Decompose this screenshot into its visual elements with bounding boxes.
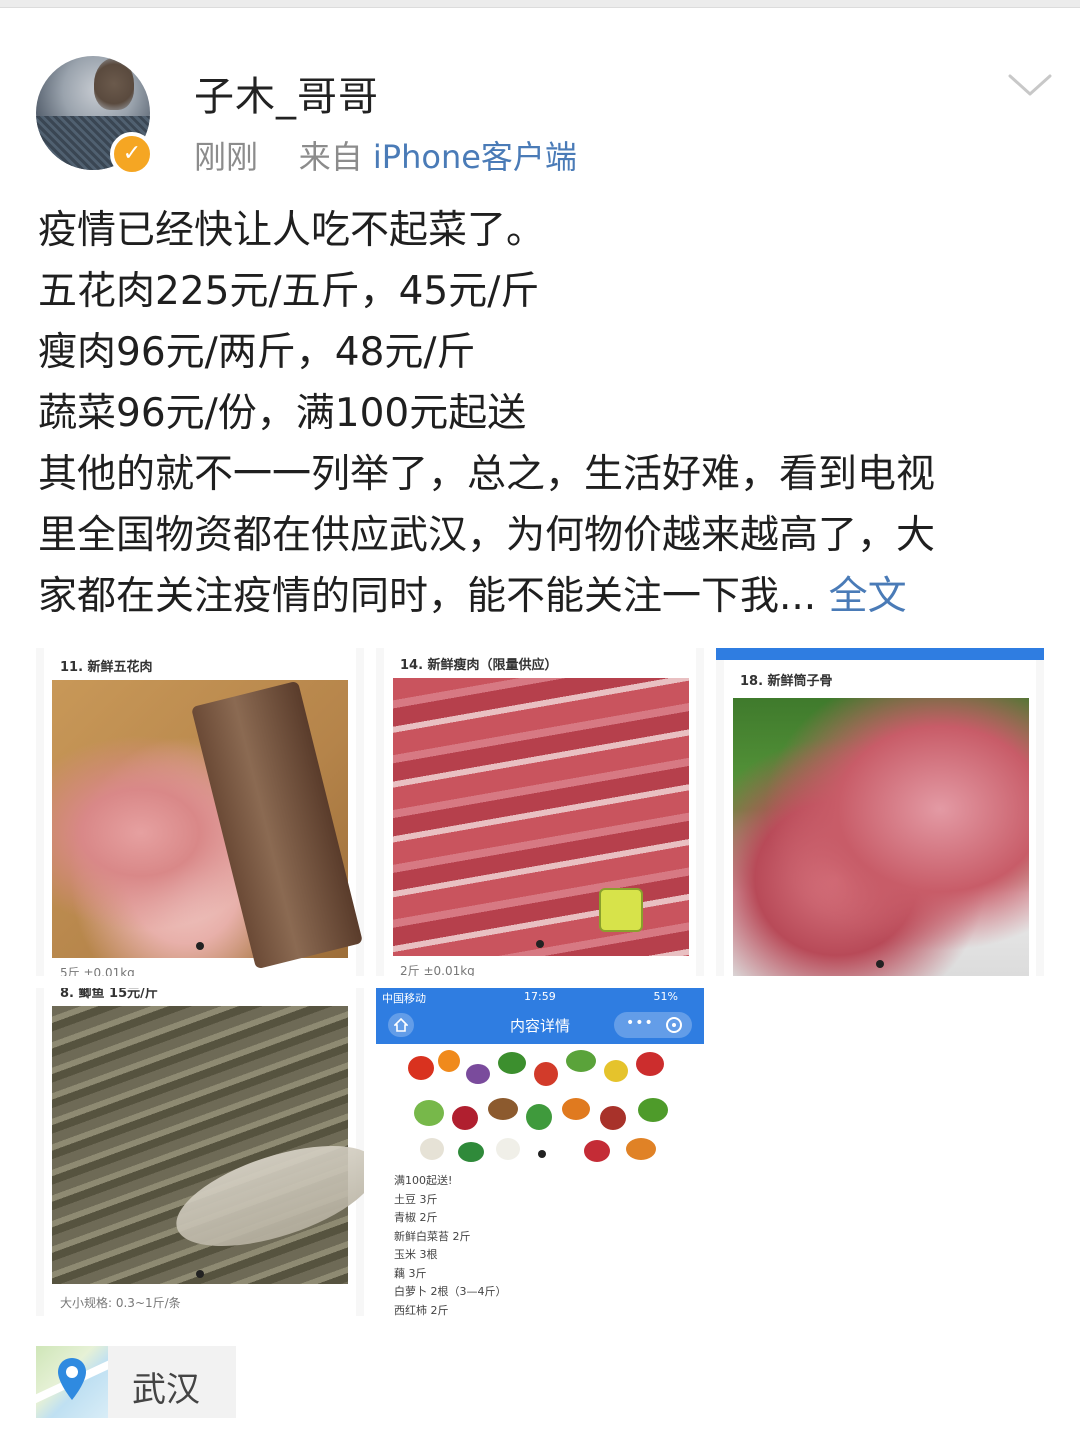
miniprogram-capsule: •••	[614, 1012, 692, 1038]
status-time: 17:59	[524, 990, 556, 1003]
post-line: 其他的就不一一列举了，总之，生活好难，看到电视	[38, 452, 936, 497]
list-item: 新鲜白菜苔 2斤	[394, 1229, 471, 1243]
image-thumb-vegetable-screenshot[interactable]: 中国移动 17:59 51% 内容详情 ••• 满100起送! 土豆 3斤 青椒…	[376, 988, 704, 1316]
image-footer: 2斤 ±0.01kg	[400, 964, 475, 976]
phone-status-bar: 中国移动 17:59 51%	[376, 988, 704, 1006]
image-footer: 大小规格: 0.3~1斤/条	[60, 1296, 181, 1310]
chevron-down-icon[interactable]	[1004, 62, 1056, 106]
post-time: 刚刚	[194, 138, 259, 176]
list-item: 藕 3斤	[394, 1266, 427, 1280]
carrier-label: 中国移动	[382, 992, 426, 1005]
post-line-text: 家都在关注疫情的同时，能不能关注一下我...	[38, 574, 817, 619]
target-icon	[666, 1017, 682, 1033]
list-item: 青椒 2斤	[394, 1211, 438, 1224]
post-line: 里全国物资都在供应武汉，为何物价越来越高了，大	[38, 513, 936, 558]
carousel-dot	[536, 940, 544, 948]
more-dots-icon: •••	[626, 1015, 654, 1031]
post-line: 五花肉225元/五斤，45元/斤	[38, 269, 540, 314]
image-footer: 5斤 ±0.01kg	[60, 966, 135, 976]
post-from-label: 来自	[298, 138, 363, 176]
post-line: 疫情已经快让人吃不起菜了。	[38, 208, 546, 253]
read-more-link[interactable]: 全文	[829, 574, 907, 619]
image-caption: 18. 新鲜筒子骨	[740, 674, 833, 689]
image-thumb-crucian-carp[interactable]: 8. 鲫鱼 15元/斤 大小规格: 0.3~1斤/条	[36, 988, 364, 1316]
carousel-dot	[538, 1150, 546, 1158]
post-line: 瘦肉96元/两斤，48元/斤	[38, 330, 476, 375]
list-item: 西红柿 2斤	[394, 1303, 449, 1317]
post-body: 疫情已经快让人吃不起菜了。 五花肉225元/五斤，45元/斤 瘦肉96元/两斤，…	[38, 200, 1048, 627]
vegetable-list: 满100起送! 土豆 3斤 青椒 2斤 新鲜白菜苔 2斤 玉米 3根 藕 3斤 …	[394, 1172, 507, 1316]
username[interactable]: 子木_哥哥	[194, 64, 379, 122]
location-tag[interactable]: 武汉	[36, 1346, 236, 1418]
lean-pork-photo	[393, 678, 689, 956]
image-thumb-lean-pork[interactable]: 14. 新鲜瘦肉（限量供应） 2斤 ±0.01kg	[376, 648, 704, 976]
phone-nav-bar: 内容详情 •••	[376, 1006, 704, 1044]
carousel-dot	[196, 942, 204, 950]
image-thumb-pork-belly[interactable]: 11. 新鲜五花肉 5斤 ±0.01kg	[36, 648, 364, 976]
image-caption: 8. 鲫鱼 15元/斤	[60, 988, 158, 1001]
post-source[interactable]: iPhone客户端	[373, 138, 577, 176]
verified-badge-icon: ✓	[110, 132, 154, 176]
image-caption: 11. 新鲜五花肉	[60, 660, 153, 675]
list-item: 土豆 3斤	[394, 1192, 438, 1206]
image-thumb-pork-bone[interactable]: 18. 新鲜筒子骨	[716, 648, 1044, 976]
list-item: 白萝卜 2根（3—4斤）	[394, 1285, 507, 1298]
map-thumbnail	[36, 1346, 108, 1418]
list-title: 满100起送!	[394, 1174, 453, 1187]
carousel-dot	[196, 1270, 204, 1278]
carousel-dot	[876, 960, 884, 968]
pork-bone-photo	[733, 698, 1029, 976]
pork-belly-photo	[52, 680, 364, 970]
top-divider	[0, 0, 1080, 8]
post-line-last: 家都在关注疫情的同时，能不能关注一下我... 全文	[38, 566, 1048, 627]
image-caption: 14. 新鲜瘦肉（限量供应）	[400, 658, 558, 673]
post-meta: 刚刚 来自 iPhone客户端	[194, 132, 577, 178]
list-item: 玉米 3根	[394, 1248, 438, 1261]
fish-photo	[52, 1006, 364, 1284]
location-pin-icon	[58, 1358, 86, 1400]
post-line: 蔬菜96元/份，满100元起送	[38, 391, 527, 436]
battery-label: 51%	[653, 990, 678, 1003]
location-name: 武汉	[132, 1370, 200, 1410]
vegetables-photo	[394, 1046, 690, 1166]
